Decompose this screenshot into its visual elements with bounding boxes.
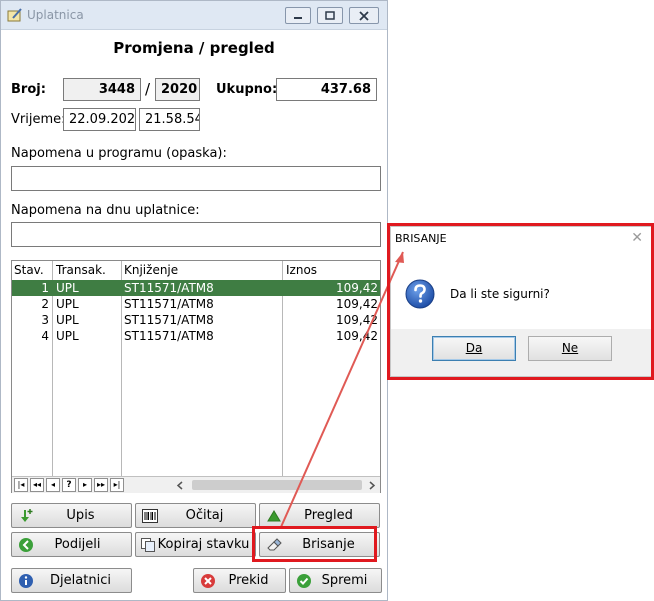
annotation-arrow [280, 251, 404, 528]
